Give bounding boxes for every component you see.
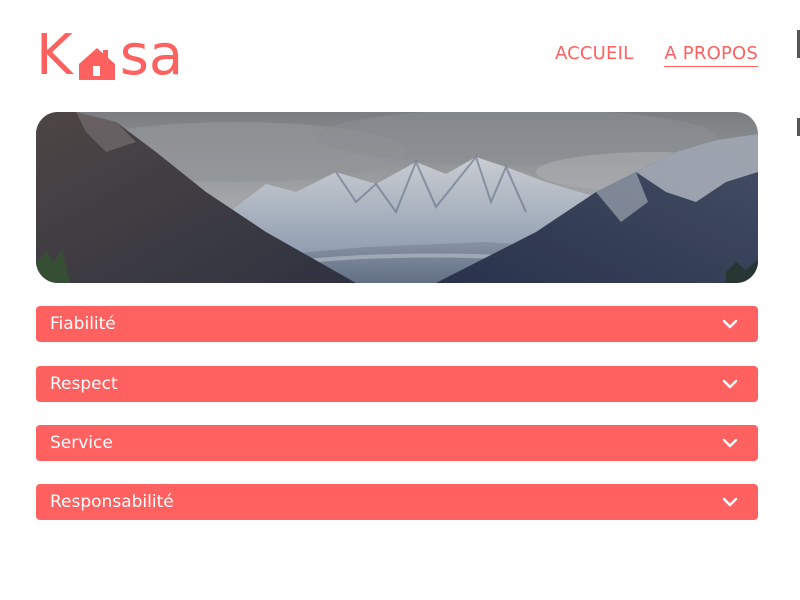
logo-suffix: sa [119, 23, 184, 88]
collapse-responsabilite[interactable]: Responsabilité [36, 484, 758, 520]
site-header: K sa ACCUEIL A PROPOS [36, 28, 758, 84]
main-nav: ACCUEIL A PROPOS [555, 43, 758, 67]
collapse-title: Fiabilité [50, 314, 116, 334]
house-icon [75, 30, 119, 82]
about-page: K sa ACCUEIL A PROPOS Fiabilité Respect … [0, 0, 800, 600]
banner-image [36, 112, 758, 283]
chevron-down-icon[interactable] [722, 319, 738, 329]
logo-prefix: K [36, 23, 73, 88]
kasa-logo[interactable]: K sa [36, 23, 184, 88]
nav-link-accueil[interactable]: ACCUEIL [555, 43, 633, 67]
banner-overlay [36, 112, 758, 283]
collapse-respect[interactable]: Respect [36, 366, 758, 402]
collapse-title: Responsabilité [50, 492, 174, 512]
collapse-title: Respect [50, 374, 118, 394]
collapse-service[interactable]: Service [36, 425, 758, 461]
collapse-fiabilite[interactable]: Fiabilité [36, 306, 758, 342]
chevron-down-icon[interactable] [722, 438, 738, 448]
collapse-title: Service [50, 433, 113, 453]
chevron-down-icon[interactable] [722, 379, 738, 389]
nav-link-a-propos[interactable]: A PROPOS [664, 43, 758, 67]
chevron-down-icon[interactable] [722, 497, 738, 507]
